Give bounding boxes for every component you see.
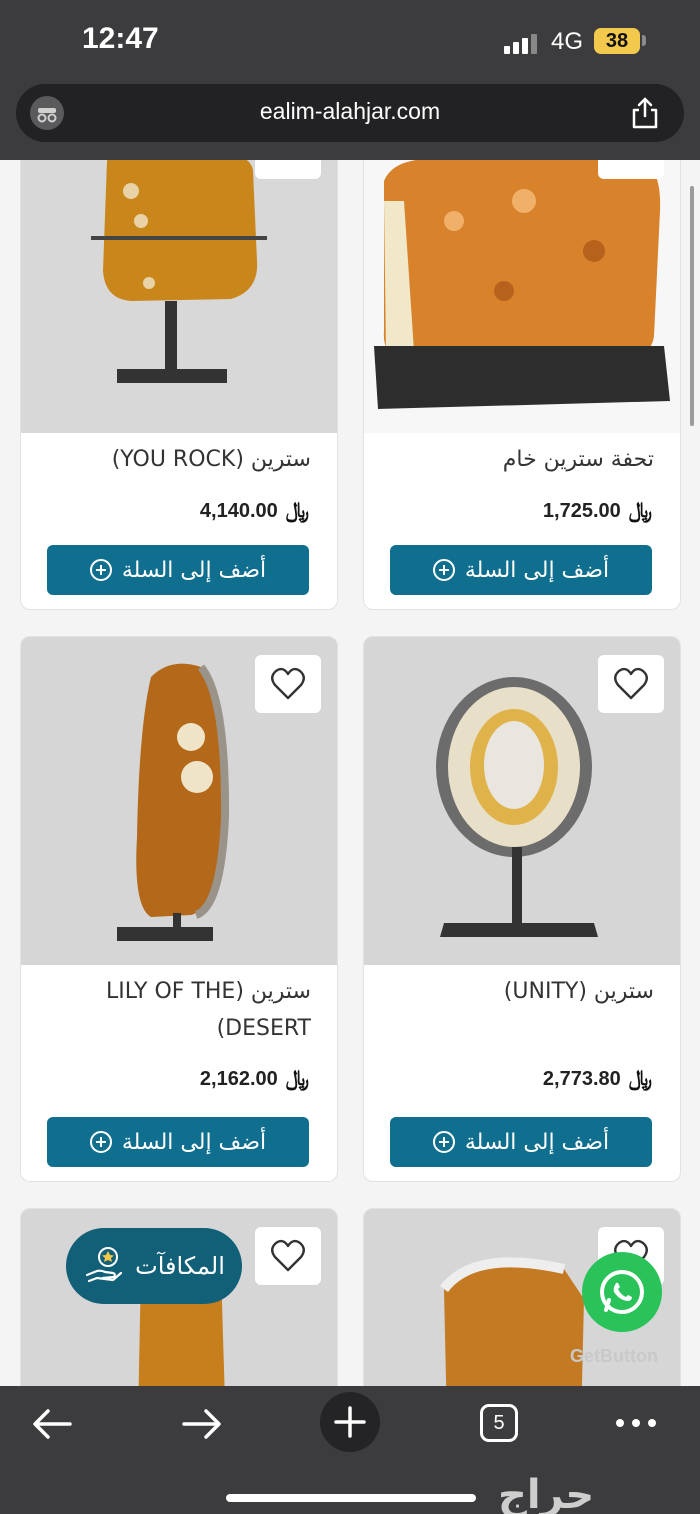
product-price: 4,140.00 ﷼ — [200, 499, 309, 523]
battery-tip — [642, 35, 646, 46]
wishlist-heart-icon[interactable] — [255, 160, 321, 179]
add-to-cart-label: أضف إلى السلة — [121, 1129, 267, 1155]
tabs-button[interactable]: 5 — [480, 1404, 518, 1442]
whatsapp-button[interactable] — [582, 1252, 662, 1332]
product-title[interactable]: سترين (YOU ROCK) — [51, 441, 311, 478]
signal-icon — [504, 34, 540, 54]
add-to-cart-button[interactable]: أضف إلى السلة — [390, 545, 652, 595]
currency-icon: ﷼ — [285, 499, 309, 522]
browser-top-bar: 12:47 4G 38 ealim-alahjar.com — [0, 0, 700, 160]
back-arrow-icon[interactable] — [30, 1406, 74, 1442]
wishlist-heart-icon[interactable] — [598, 655, 664, 713]
scrollbar[interactable] — [690, 186, 694, 426]
wishlist-heart-icon[interactable] — [598, 160, 664, 179]
product-image[interactable] — [21, 160, 337, 433]
getbutton-credit[interactable]: GetButton — [570, 1346, 658, 1367]
product-image[interactable] — [21, 637, 337, 965]
battery-icon: 38 — [594, 28, 640, 54]
product-card[interactable]: تحفة سترين خام 1,725.00 ﷼ أضف إلى السلة — [363, 160, 681, 610]
plus-circle-icon — [89, 559, 112, 581]
forward-arrow-icon[interactable] — [180, 1406, 224, 1442]
address-bar[interactable]: ealim-alahjar.com — [16, 84, 684, 142]
url-text[interactable]: ealim-alahjar.com — [16, 98, 684, 125]
network-type: 4G — [551, 28, 584, 55]
product-title[interactable]: سترين (UNITY) — [394, 973, 654, 1010]
haraj-watermark: حراج — [498, 1472, 595, 1514]
rewards-hand-star-icon — [85, 1247, 123, 1283]
product-card[interactable]: سترين (YOU ROCK) 4,140.00 ﷼ أضف إلى السل… — [20, 160, 338, 610]
product-image[interactable] — [364, 160, 680, 433]
whatsapp-icon — [600, 1270, 644, 1314]
wishlist-heart-icon[interactable] — [255, 1227, 321, 1285]
plus-circle-icon — [432, 1131, 455, 1153]
product-price: 1,725.00 ﷼ — [543, 499, 652, 523]
add-to-cart-button[interactable]: أضف إلى السلة — [390, 1117, 652, 1167]
add-to-cart-label: أضف إلى السلة — [464, 1129, 610, 1155]
home-indicator[interactable] — [226, 1494, 476, 1502]
plus-circle-icon — [432, 559, 455, 581]
more-icon[interactable] — [614, 1416, 658, 1430]
plus-circle-icon — [89, 1131, 112, 1153]
product-grid: سترين (YOU ROCK) 4,140.00 ﷼ أضف إلى السل… — [0, 160, 700, 1386]
currency-icon: ﷼ — [628, 499, 652, 522]
product-image[interactable] — [364, 637, 680, 965]
add-to-cart-label: أضف إلى السلة — [121, 557, 267, 583]
price-value: 1,725.00 — [542, 499, 621, 522]
add-to-cart-button[interactable]: أضف إلى السلة — [47, 545, 309, 595]
product-card[interactable]: سترين (UNITY) 2,773.80 ﷼ أضف إلى السلة — [363, 636, 681, 1182]
status-time: 12:47 — [82, 22, 159, 55]
wishlist-heart-icon[interactable] — [255, 655, 321, 713]
currency-icon: ﷼ — [285, 1067, 309, 1090]
product-title[interactable]: تحفة سترين خام — [394, 441, 654, 478]
product-price: 2,773.80 ﷼ — [543, 1067, 652, 1091]
product-card[interactable]: سترين (LILY OF THE DESERT) 2,162.00 ﷼ أض… — [20, 636, 338, 1182]
product-price: 2,162.00 ﷼ — [200, 1067, 309, 1091]
page-root: 12:47 4G 38 ealim-alahjar.com سترين (YOU… — [0, 0, 700, 1514]
product-title[interactable]: سترين (LILY OF THE DESERT) — [51, 973, 311, 1047]
add-to-cart-button[interactable]: أضف إلى السلة — [47, 1117, 309, 1167]
share-icon[interactable] — [630, 96, 660, 130]
browser-toolbar: 5 حراج — [0, 1386, 700, 1514]
add-to-cart-label: أضف إلى السلة — [464, 557, 610, 583]
price-value: 4,140.00 — [199, 499, 278, 522]
rewards-label: المكافآت — [135, 1252, 225, 1280]
plus-icon — [334, 1406, 366, 1438]
price-value: 2,773.80 — [542, 1067, 621, 1090]
price-value: 2,162.00 — [199, 1067, 278, 1090]
currency-icon: ﷼ — [628, 1067, 652, 1090]
rewards-button[interactable]: المكافآت — [66, 1228, 242, 1304]
new-tab-button[interactable] — [320, 1392, 380, 1452]
